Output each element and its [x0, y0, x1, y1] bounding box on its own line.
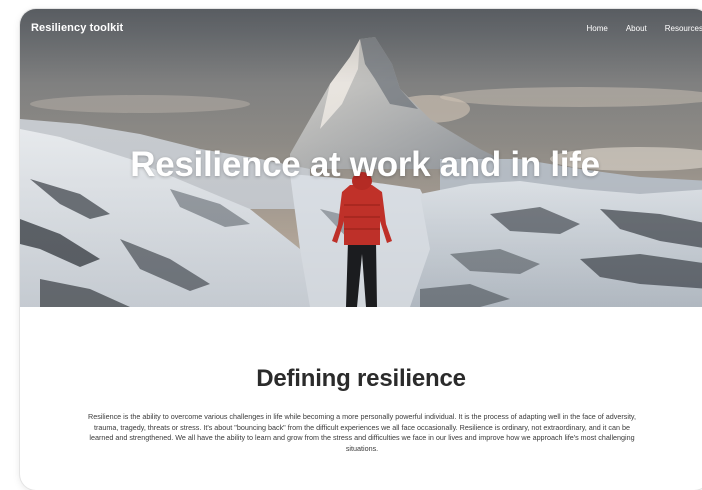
hero-banner: Resiliency toolkit Home About Resources …	[20, 9, 702, 307]
top-navigation: Resiliency toolkit Home About Resources	[20, 9, 702, 49]
section-title: Defining resilience	[256, 365, 466, 392]
nav-link-home[interactable]: Home	[587, 24, 608, 33]
nav-links: Home About Resources	[587, 24, 702, 33]
hero-title: Resilience at work and in life	[130, 145, 600, 184]
section-body-text: Resilience is the ability to overcome va…	[88, 412, 636, 453]
nav-link-about[interactable]: About	[626, 24, 647, 33]
brand-logo[interactable]: Resiliency toolkit	[31, 22, 123, 34]
page-window: Resiliency toolkit Home About Resources …	[20, 9, 702, 490]
nav-link-resources[interactable]: Resources	[665, 24, 702, 33]
